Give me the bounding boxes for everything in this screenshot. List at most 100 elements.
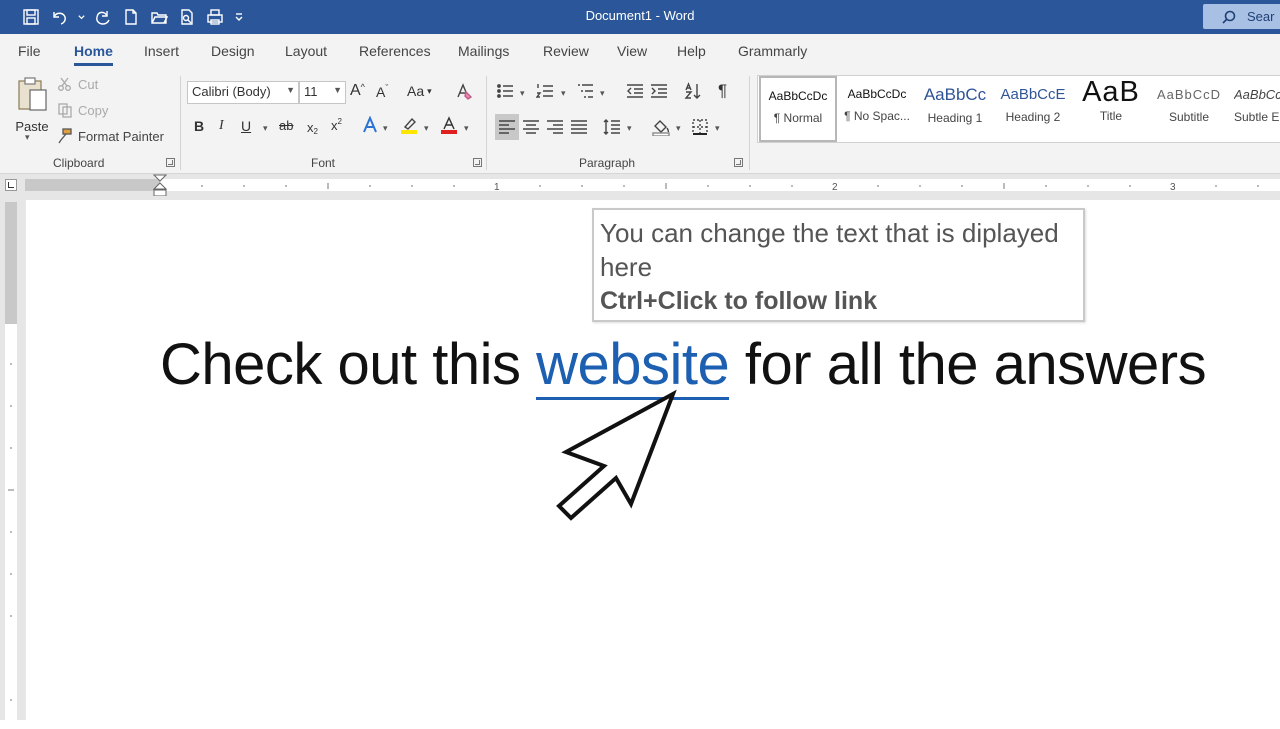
font-color-button[interactable] bbox=[440, 116, 458, 134]
font-size-combo[interactable]: 11 ▼ bbox=[299, 81, 346, 104]
line-spacing-button[interactable] bbox=[603, 118, 621, 136]
style-title[interactable]: AaB Title bbox=[1072, 76, 1150, 142]
group-divider bbox=[486, 76, 487, 170]
copy-label: Copy bbox=[78, 102, 109, 118]
show-hide-marks-button[interactable]: ¶ bbox=[718, 81, 727, 101]
highlight-button[interactable] bbox=[400, 116, 418, 134]
subscript-button[interactable]: x2 bbox=[307, 118, 318, 137]
font-group-label: Font bbox=[311, 156, 336, 170]
search-icon bbox=[1222, 10, 1236, 24]
paste-label: Paste bbox=[15, 119, 49, 134]
align-center-button[interactable] bbox=[522, 118, 540, 136]
ribbon: Paste ▾ Cut Copy Format Painter Clipboar… bbox=[0, 70, 1280, 174]
style-heading-2[interactable]: AaBbCcE Heading 2 bbox=[994, 76, 1072, 142]
paste-button[interactable]: Paste bbox=[14, 76, 50, 134]
justify-button[interactable] bbox=[570, 118, 588, 136]
borders-dropdown-icon[interactable]: ▾ bbox=[715, 123, 720, 134]
vertical-ruler[interactable] bbox=[0, 196, 18, 724]
tab-references[interactable]: References bbox=[359, 43, 431, 59]
align-right-button[interactable] bbox=[546, 118, 564, 136]
style-subtle-emphasis[interactable]: AaBbCc Subtle E bbox=[1228, 76, 1280, 142]
align-left-icon bbox=[499, 120, 515, 134]
paint-bucket-icon bbox=[652, 120, 670, 136]
bullets-button[interactable] bbox=[496, 82, 514, 100]
title-bar: Document1 - Word Sear bbox=[0, 0, 1280, 34]
clipboard-launcher-icon[interactable] bbox=[166, 158, 175, 167]
style-preview: AaBbCcDc bbox=[847, 87, 907, 101]
tab-view[interactable]: View bbox=[617, 43, 647, 59]
style-heading-1[interactable]: AaBbCc Heading 1 bbox=[916, 76, 994, 142]
style-name: Subtitle bbox=[1168, 110, 1210, 124]
shrink-font-button[interactable]: Aˇ bbox=[376, 83, 388, 100]
copy-button[interactable]: Copy bbox=[57, 100, 108, 120]
document-paragraph[interactable]: Check out this website for all the answe… bbox=[160, 331, 1207, 400]
clear-formatting-button[interactable] bbox=[455, 82, 473, 100]
sort-button[interactable] bbox=[684, 82, 702, 100]
style-preview: AaBbCcD bbox=[1156, 87, 1222, 102]
paste-dropdown-icon[interactable]: ▾ bbox=[25, 132, 30, 143]
paste-icon bbox=[18, 77, 47, 111]
strikethrough-button[interactable]: ab bbox=[279, 118, 293, 133]
tab-home[interactable]: Home bbox=[74, 43, 113, 66]
shading-button[interactable] bbox=[652, 118, 670, 136]
superscript-button[interactable]: x2 bbox=[331, 117, 342, 133]
style-name: Subtle E bbox=[1234, 110, 1280, 124]
style-name: ¶ No Spac... bbox=[844, 109, 910, 123]
paragraph-launcher-icon[interactable] bbox=[734, 158, 743, 167]
search-box[interactable]: Sear bbox=[1203, 4, 1280, 29]
tab-file[interactable]: File bbox=[18, 43, 41, 59]
grow-font-button[interactable]: A ^ bbox=[350, 82, 365, 100]
multilevel-dropdown-icon[interactable]: ▾ bbox=[600, 88, 605, 99]
tab-stop-selector-icon[interactable] bbox=[5, 179, 17, 191]
numbering-button[interactable] bbox=[536, 82, 554, 100]
align-left-button[interactable] bbox=[498, 118, 516, 136]
style-subtitle[interactable]: AaBbCcD Subtitle bbox=[1150, 76, 1228, 142]
ruler-mark: 3 bbox=[1170, 182, 1176, 193]
text-effects-icon bbox=[363, 116, 377, 133]
font-color-icon bbox=[441, 116, 457, 134]
vruler-text-area bbox=[5, 324, 17, 724]
bullets-dropdown-icon[interactable]: ▾ bbox=[520, 88, 525, 99]
tab-design[interactable]: Design bbox=[211, 43, 255, 59]
tab-layout[interactable]: Layout bbox=[285, 43, 327, 59]
window-title: Document1 - Word bbox=[585, 8, 695, 23]
font-color-dropdown-icon[interactable]: ▾ bbox=[464, 123, 469, 134]
chevron-down-icon: ▼ bbox=[286, 85, 295, 95]
text-effects-button[interactable] bbox=[361, 116, 379, 134]
style-no-spacing[interactable]: AaBbCcDc ¶ No Spac... bbox=[838, 76, 916, 142]
ruler-mark: 1 bbox=[494, 182, 500, 193]
horizontal-ruler[interactable]: 1 2 3 bbox=[0, 174, 1280, 198]
change-case-button[interactable]: Aa ▾ bbox=[407, 83, 432, 99]
tab-grammarly[interactable]: Grammarly bbox=[738, 43, 807, 59]
bold-button[interactable]: B bbox=[194, 118, 204, 134]
line-spacing-dropdown-icon[interactable]: ▾ bbox=[627, 123, 632, 134]
highlight-dropdown-icon[interactable]: ▾ bbox=[424, 123, 429, 134]
increase-indent-button[interactable] bbox=[650, 82, 668, 100]
style-preview: AaBbCc bbox=[923, 85, 987, 104]
shading-dropdown-icon[interactable]: ▾ bbox=[676, 123, 681, 134]
style-name: Heading 2 bbox=[1005, 110, 1061, 124]
style-normal[interactable]: AaBbCcDc ¶ Normal bbox=[759, 76, 837, 142]
indent-marker-icon[interactable] bbox=[153, 174, 167, 198]
underline-dropdown-icon[interactable]: ▾ bbox=[263, 123, 268, 134]
decrease-indent-button[interactable] bbox=[626, 82, 644, 100]
shrink-font-glyph: A bbox=[376, 84, 386, 100]
underline-button[interactable]: U bbox=[241, 118, 251, 134]
font-name-combo[interactable]: Calibri (Body) ▼ bbox=[187, 81, 299, 104]
text-effects-dropdown-icon[interactable]: ▾ bbox=[383, 123, 388, 134]
tab-mailings[interactable]: Mailings bbox=[458, 43, 509, 59]
tab-insert[interactable]: Insert bbox=[144, 43, 179, 59]
tab-review[interactable]: Review bbox=[543, 43, 589, 59]
italic-button[interactable]: I bbox=[219, 118, 224, 134]
numbering-dropdown-icon[interactable]: ▾ bbox=[561, 88, 566, 99]
font-launcher-icon[interactable] bbox=[473, 158, 482, 167]
format-painter-button[interactable]: Format Painter bbox=[57, 126, 164, 146]
borders-button[interactable] bbox=[691, 118, 709, 136]
style-name: Heading 1 bbox=[927, 111, 983, 125]
multilevel-list-button[interactable] bbox=[576, 82, 594, 100]
style-preview: AaBbCc bbox=[1234, 87, 1280, 102]
ruler-ticks bbox=[201, 183, 1259, 189]
cut-button[interactable]: Cut bbox=[57, 74, 98, 94]
chevron-down-icon: ▼ bbox=[333, 85, 342, 95]
tab-help[interactable]: Help bbox=[677, 43, 706, 59]
